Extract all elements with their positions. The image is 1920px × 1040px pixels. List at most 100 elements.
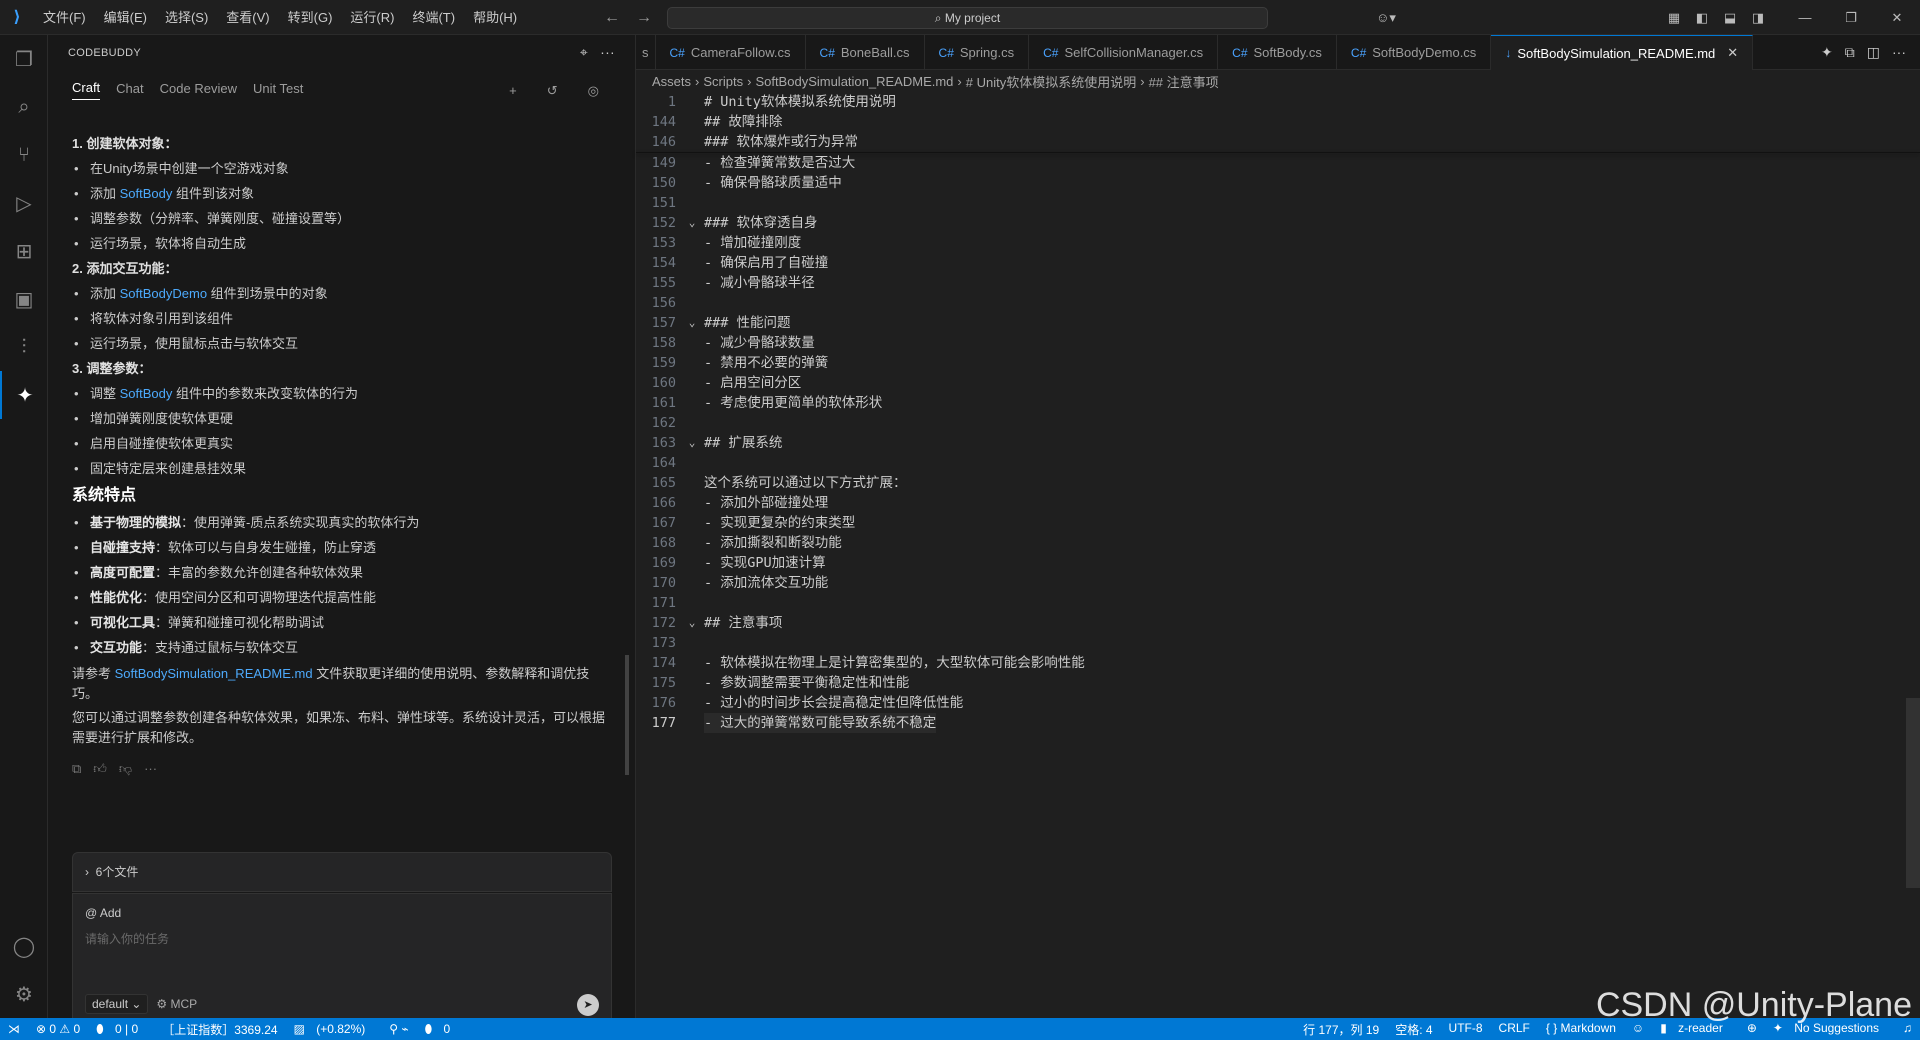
mode-select[interactable]: default ⌄: [85, 994, 149, 1014]
code-line[interactable]: 160 - 启用空间分区: [636, 373, 1920, 393]
codebuddy-icon[interactable]: ✦: [0, 371, 48, 419]
pin-icon[interactable]: ⌖: [580, 44, 588, 61]
account-icon[interactable]: ◯: [0, 922, 48, 970]
editor-tab[interactable]: C# BoneBall.cs: [806, 35, 925, 70]
copy-icon[interactable]: ⧉: [72, 756, 81, 781]
split-editor-icon[interactable]: ◫: [1867, 44, 1880, 61]
code-line[interactable]: 156: [636, 293, 1920, 313]
code-line[interactable]: 164: [636, 453, 1920, 473]
task-input[interactable]: 请输入你的任务: [85, 930, 599, 947]
chat-scrollbar[interactable]: [625, 655, 629, 775]
code-line[interactable]: 155 - 减小骨骼球半径: [636, 273, 1920, 293]
breadcrumb-item[interactable]: ## 注意事项: [1149, 72, 1219, 91]
code-line[interactable]: 168 - 添加撕裂和断裂功能: [636, 533, 1920, 553]
indentation[interactable]: 空格: 4: [1387, 1021, 1440, 1038]
explorer-icon[interactable]: ❐: [0, 35, 48, 83]
menu-item[interactable]: 运行(R): [341, 0, 403, 35]
code-line[interactable]: 172 ⌄ ## 注意事项: [636, 613, 1920, 633]
more-actions-icon[interactable]: ···: [1892, 44, 1906, 60]
menu-item[interactable]: 查看(V): [217, 0, 278, 35]
settings-icon[interactable]: ◎: [588, 79, 599, 103]
menu-item[interactable]: 选择(S): [156, 0, 217, 35]
breadcrumb-item[interactable]: Scripts: [703, 74, 743, 89]
notifications-count[interactable]: ⬮ 0: [417, 1022, 467, 1037]
menu-item[interactable]: 转到(G): [279, 0, 342, 35]
menu-item[interactable]: 文件(F): [34, 0, 95, 35]
code-line[interactable]: 1 # Unity软体模拟系统使用说明: [636, 92, 1920, 112]
copilot-icon[interactable]: ☺▾: [1372, 10, 1400, 26]
add-context-button[interactable]: @ Add: [85, 906, 599, 920]
sidebar-tab-chat[interactable]: Chat: [116, 77, 143, 100]
code-line[interactable]: 163 ⌄ ## 扩展系统: [636, 433, 1920, 453]
remote-status-icon[interactable]: ⋊: [0, 1022, 28, 1036]
extensions-icon[interactable]: ⊞: [0, 227, 48, 275]
history-icon[interactable]: ↺: [547, 79, 558, 103]
toggle-panel-icon[interactable]: ⬓: [1716, 10, 1744, 26]
git-status[interactable]: ⬮ 0 | 0: [88, 1022, 154, 1037]
editor-tab[interactable]: C# Spring.cs: [925, 35, 1030, 70]
editor-tab[interactable]: C# SelfCollisionManager.cs: [1029, 35, 1219, 70]
remote-icon[interactable]: ▣: [0, 275, 48, 323]
more-icon[interactable]: ···: [144, 756, 157, 781]
menu-item[interactable]: 终端(T): [403, 0, 464, 35]
cursor-position[interactable]: 行 177，列 19: [1295, 1021, 1387, 1038]
code-line[interactable]: 166 - 添加外部碰撞处理: [636, 493, 1920, 513]
source-control-icon[interactable]: ⑂: [0, 131, 48, 179]
sidebar-tab-unit-test[interactable]: Unit Test: [253, 77, 303, 100]
code-line[interactable]: 169 - 实现GPU加速计算: [636, 553, 1920, 573]
code-line[interactable]: 161 - 考虑使用更简单的软体形状: [636, 393, 1920, 413]
code-line[interactable]: 162: [636, 413, 1920, 433]
tab-overflow[interactable]: s: [636, 35, 656, 70]
code-line[interactable]: 151: [636, 193, 1920, 213]
code-line[interactable]: 152 ⌄ ### 软体穿透自身: [636, 213, 1920, 233]
code-line[interactable]: 157 ⌄ ### 性能问题: [636, 313, 1920, 333]
search-icon[interactable]: ⌕: [0, 83, 48, 131]
code-line[interactable]: 158 - 减少骨骼球数量: [636, 333, 1920, 353]
code-line[interactable]: 173: [636, 633, 1920, 653]
forward-arrow-icon[interactable]: →: [636, 9, 652, 27]
open-preview-icon[interactable]: ⧉: [1845, 44, 1855, 61]
sidebar-tab-code-review[interactable]: Code Review: [160, 77, 237, 100]
code-reference[interactable]: SoftBody: [120, 186, 173, 201]
send-icon[interactable]: ➤: [577, 994, 599, 1016]
problems-status[interactable]: ⊗ 0 ⚠ 0: [28, 1022, 88, 1036]
code-line[interactable]: 146 ### 软体爆炸或行为异常: [636, 132, 1920, 152]
editor-scrollbar[interactable]: [1906, 698, 1920, 888]
fold-chevron-icon[interactable]: ⌄: [680, 313, 704, 333]
readme-link[interactable]: SoftBodySimulation_README.md: [115, 666, 313, 681]
run-debug-icon[interactable]: ▷: [0, 179, 48, 227]
breadcrumb-item[interactable]: # Unity软体模拟系统使用说明: [966, 72, 1136, 91]
code-line[interactable]: 176 - 过小的时间步长会提高稳定性但降低性能: [636, 693, 1920, 713]
code-line[interactable]: 171: [636, 593, 1920, 613]
command-center-search[interactable]: ⌕ My project: [667, 7, 1268, 29]
code-reference[interactable]: SoftBodyDemo: [120, 286, 207, 301]
code-line[interactable]: 174 - 软体模拟在物理上是计算密集型的，大型软体可能会影响性能: [636, 653, 1920, 673]
fold-chevron-icon[interactable]: ⌄: [680, 213, 704, 233]
breadcrumb-item[interactable]: SoftBodySimulation_README.md: [755, 74, 953, 89]
editor-tab[interactable]: C# SoftBody.cs: [1218, 35, 1337, 70]
code-line[interactable]: 167 - 实现更复杂的约束类型: [636, 513, 1920, 533]
thumbs-down-icon[interactable]: 👎︎: [119, 756, 132, 781]
eol[interactable]: CRLF: [1491, 1021, 1538, 1038]
toggle-secondary-sidebar-icon[interactable]: ◨: [1744, 10, 1772, 26]
thumbs-up-icon[interactable]: 👍︎: [93, 756, 107, 781]
code-reference[interactable]: SoftBody: [120, 386, 173, 401]
code-line[interactable]: 175 - 参数调整需要平衡稳定性和性能: [636, 673, 1920, 693]
menu-item[interactable]: 帮助(H): [464, 0, 526, 35]
editor-tab[interactable]: ↓ SoftBodySimulation_README.md ✕: [1491, 35, 1754, 70]
toggle-sidebar-icon[interactable]: ◧: [1688, 10, 1716, 26]
back-arrow-icon[interactable]: ←: [604, 9, 620, 27]
ports-status[interactable]: ⚲ ⌁: [381, 1022, 416, 1036]
code-line[interactable]: 154 - 确保启用了自碰撞: [636, 253, 1920, 273]
code-line[interactable]: 149 - 检查弹簧常数是否过大: [636, 153, 1920, 173]
code-editor[interactable]: 1 # Unity软体模拟系统使用说明 144 ## 故障排除 146 ### 软体爆炸或…: [636, 92, 1920, 1018]
extension-action-icon[interactable]: ✦: [1821, 44, 1833, 61]
encoding[interactable]: UTF-8: [1441, 1021, 1491, 1038]
code-line[interactable]: 177 - 过大的弹簧常数可能导致系统不稳定: [636, 713, 1920, 733]
minimize-button[interactable]: —: [1782, 10, 1828, 26]
chart-icon[interactable]: ⫶: [0, 323, 48, 371]
code-line[interactable]: 153 - 增加碰撞刚度: [636, 233, 1920, 253]
code-line[interactable]: 170 - 添加流体交互功能: [636, 573, 1920, 593]
code-line[interactable]: 150 - 确保骨骼球质量适中: [636, 173, 1920, 193]
files-summary[interactable]: › 6个文件: [72, 852, 612, 892]
